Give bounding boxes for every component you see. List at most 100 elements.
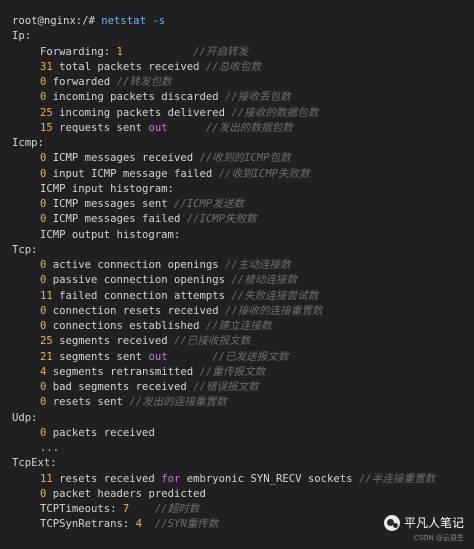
udp-ellipsis-line: ... (12, 441, 474, 456)
line-text: packets received (46, 426, 155, 439)
ip-requests-sent-line: 15 requests sent out //发出的数据包数 (12, 121, 474, 136)
line-text: segments retransmitted (46, 365, 194, 378)
section-tcp: Tcp: (12, 243, 38, 256)
line-comment: //收到的ICMP包数 (199, 152, 291, 165)
line-text: connections established (46, 320, 200, 332)
line-text: ICMP output histogram: (40, 228, 181, 241)
line-text: input ICMP message failed (46, 167, 213, 180)
line-comment: //接收的数据包数 (231, 106, 319, 119)
line-text: resets sent (46, 396, 123, 409)
line-comment: //SYN重传数 (154, 518, 219, 531)
line-comment: //错误报文数 (193, 381, 259, 393)
tcp-active-openings-line: 0 active connection openings //主动连接数 (12, 258, 474, 273)
line-comment: //半连接重置数 (358, 472, 436, 485)
line-number: 11 (40, 472, 53, 485)
tcp-resets-received-line: 0 connection resets received //接收的连接重置数 (12, 304, 474, 319)
tcp-passive-openings-line: 0 passive connection openings //被动连接数 (12, 273, 474, 288)
watermark-label: 平凡人笔记 (403, 516, 464, 530)
line-comment: //开启转发 (193, 45, 249, 58)
shell-prompt: root@nginx:/# (12, 15, 102, 27)
section-icmp: Icmp: (12, 137, 44, 149)
terminal-window[interactable]: root@nginx:/# netstat -s Ip: Forwarding:… (0, 0, 474, 549)
command-text: netstat -s (101, 15, 166, 27)
line-text: passive connection openings (46, 274, 225, 287)
line-keyword: for (161, 472, 181, 485)
line-number: 31 (40, 60, 53, 73)
line-comment: //发出的连接重置数 (129, 396, 227, 409)
line-comment: //总收包数 (205, 60, 261, 73)
line-text: forwarded (46, 76, 111, 88)
line-comment: //建立连接数 (205, 320, 272, 332)
icmp-input-histogram-line: ICMP input histogram: (12, 182, 474, 197)
line-text: ICMP messages received (46, 152, 194, 165)
line-comment: //ICMP失败数 (186, 213, 257, 226)
line-comment: //收到ICMP失败数 (218, 167, 310, 180)
line-comment: //失败连接尝试数 (231, 289, 319, 302)
line-comment: //主动连接数 (225, 259, 291, 271)
icmp-output-histogram-line: ICMP output histogram: (12, 228, 474, 243)
tcp-segments-sent-line: 21 segments sent out //已发送报文数 (12, 350, 474, 365)
tcp-bad-segments-line: 0 bad segments received //错误报文数 (12, 380, 474, 395)
ip-forwarding-line: Forwarding: 1 //开启转发 (12, 45, 474, 60)
icmp-failed-line: 0 ICMP messages failed //ICMP失败数 (12, 212, 474, 227)
line-number: 15 (40, 121, 53, 134)
line-comment: //接收丢包数 (225, 91, 291, 104)
tcp-established-line: 0 connections established //建立连接数 (12, 319, 474, 334)
tcpext-syn-recv-resets-line: 11 resets received for embryonic SYN_REC… (12, 472, 474, 487)
tcp-failed-attempts-line: 11 failed connection attempts //失败连接尝试数 (12, 289, 474, 304)
line-number: 25 (40, 106, 53, 119)
line-text: embryonic SYN_RECV sockets (180, 472, 353, 485)
line-text: resets received (52, 472, 162, 485)
line-comment: //被动连接数 (231, 274, 298, 287)
line-comment: //已发送报文数 (212, 350, 289, 363)
line-number: 21 (40, 350, 53, 363)
line-number: 1 (116, 45, 123, 58)
line-text: TCPSynRetrans: (40, 518, 136, 531)
line-comment: //发出的数据包数 (205, 121, 293, 134)
tcpext-headers-predicted-line: 0 packet headers predicted (12, 487, 474, 502)
icmp-input-failed-line: 0 input ICMP message failed //收到ICMP失败数 (12, 167, 474, 182)
icmp-received-line: 0 ICMP messages received //收到的ICMP包数 (12, 151, 474, 166)
line-number: 11 (40, 289, 53, 302)
ip-delivered-line: 25 incoming packets delivered //接收的数据包数 (12, 106, 474, 121)
ip-total-received-line: 31 total packets received //总收包数 (12, 60, 474, 75)
line-comment: //ICMP发送数 (173, 198, 245, 210)
prompt-line: root@nginx:/# netstat -s (12, 14, 474, 29)
line-text: total packets received (52, 60, 200, 73)
tcp-segments-received-line: 25 segments received //已接收报文数 (12, 334, 474, 349)
udp-received-line: 0 packets received (12, 426, 474, 441)
line-number: 4 (135, 518, 143, 531)
line-comment: //超时数 (154, 503, 200, 515)
line-text: active connection openings (46, 259, 219, 271)
line-text: segments received (52, 335, 168, 348)
tcp-resets-sent-line: 0 resets sent //发出的连接重置数 (12, 395, 474, 410)
line-text: bad segments received (46, 381, 187, 393)
icmp-sent-line: 0 ICMP messages sent //ICMP发送数 (12, 197, 474, 212)
watermark: 平凡人笔记 (383, 514, 464, 531)
line-text: requests sent (52, 121, 149, 134)
line-comment: //重传报文数 (199, 365, 266, 378)
line-text: ICMP messages sent (46, 198, 168, 210)
line-text: TCPTimeouts: (40, 503, 123, 515)
line-comment: //接收的连接重置数 (225, 304, 323, 317)
line-text: Forwarding: (40, 45, 117, 58)
line-keyword: out (148, 121, 168, 134)
section-tcpext: TcpExt: (12, 457, 57, 470)
section-ip: Ip: (12, 30, 32, 43)
ip-discarded-line: 0 incoming packets discarded //接收丢包数 (12, 90, 474, 105)
line-text: incoming packets discarded (46, 91, 219, 104)
line-keyword: out (148, 350, 168, 363)
line-comment: //已接收报文数 (173, 335, 251, 348)
wechat-icon (383, 514, 400, 531)
section-udp: Udp: (12, 411, 38, 424)
line-text: connection resets received (46, 304, 219, 317)
tcp-retransmitted-line: 4 segments retransmitted //重传报文数 (12, 365, 474, 380)
ip-forwarded-line: 0 forwarded //转发包数 (12, 75, 474, 90)
line-comment: //转发包数 (116, 76, 172, 88)
line-text: ... (40, 442, 60, 454)
line-number: 7 (122, 503, 130, 515)
csdn-watermark: CSDN @云原生 (413, 534, 464, 542)
line-text: segments sent (52, 350, 149, 363)
line-text: failed connection attempts (52, 289, 225, 302)
line-number: 25 (40, 335, 53, 348)
